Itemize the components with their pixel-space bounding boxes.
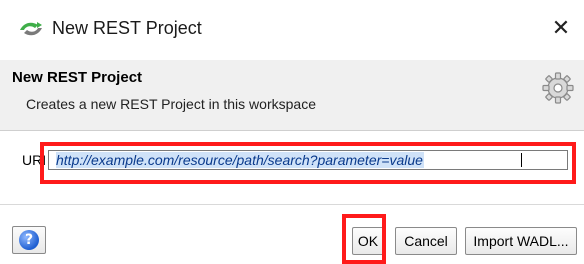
window-title: New REST Project xyxy=(52,18,202,38)
footer-divider xyxy=(0,204,584,205)
title-bar: New REST Project ✕ xyxy=(0,0,584,60)
cancel-button[interactable]: Cancel xyxy=(395,227,457,255)
ok-button[interactable]: OK xyxy=(352,227,384,255)
app-logo-icon xyxy=(20,22,42,36)
close-icon[interactable]: ✕ xyxy=(548,16,574,42)
banner-description: Creates a new REST Project in this works… xyxy=(26,96,316,112)
text-caret xyxy=(521,153,522,167)
gear-icon xyxy=(542,72,574,104)
uri-input[interactable]: http://example.com/resource/path/search?… xyxy=(48,150,568,170)
uri-input-value: http://example.com/resource/path/search?… xyxy=(56,152,424,168)
uri-label: URI xyxy=(22,152,47,168)
import-wadl-button[interactable]: Import WADL... xyxy=(465,227,577,255)
banner-title: New REST Project xyxy=(12,69,143,86)
help-button[interactable]: ? xyxy=(12,226,46,254)
dialog-header-banner: New REST Project Creates a new REST Proj… xyxy=(0,60,584,131)
help-icon: ? xyxy=(19,230,39,250)
